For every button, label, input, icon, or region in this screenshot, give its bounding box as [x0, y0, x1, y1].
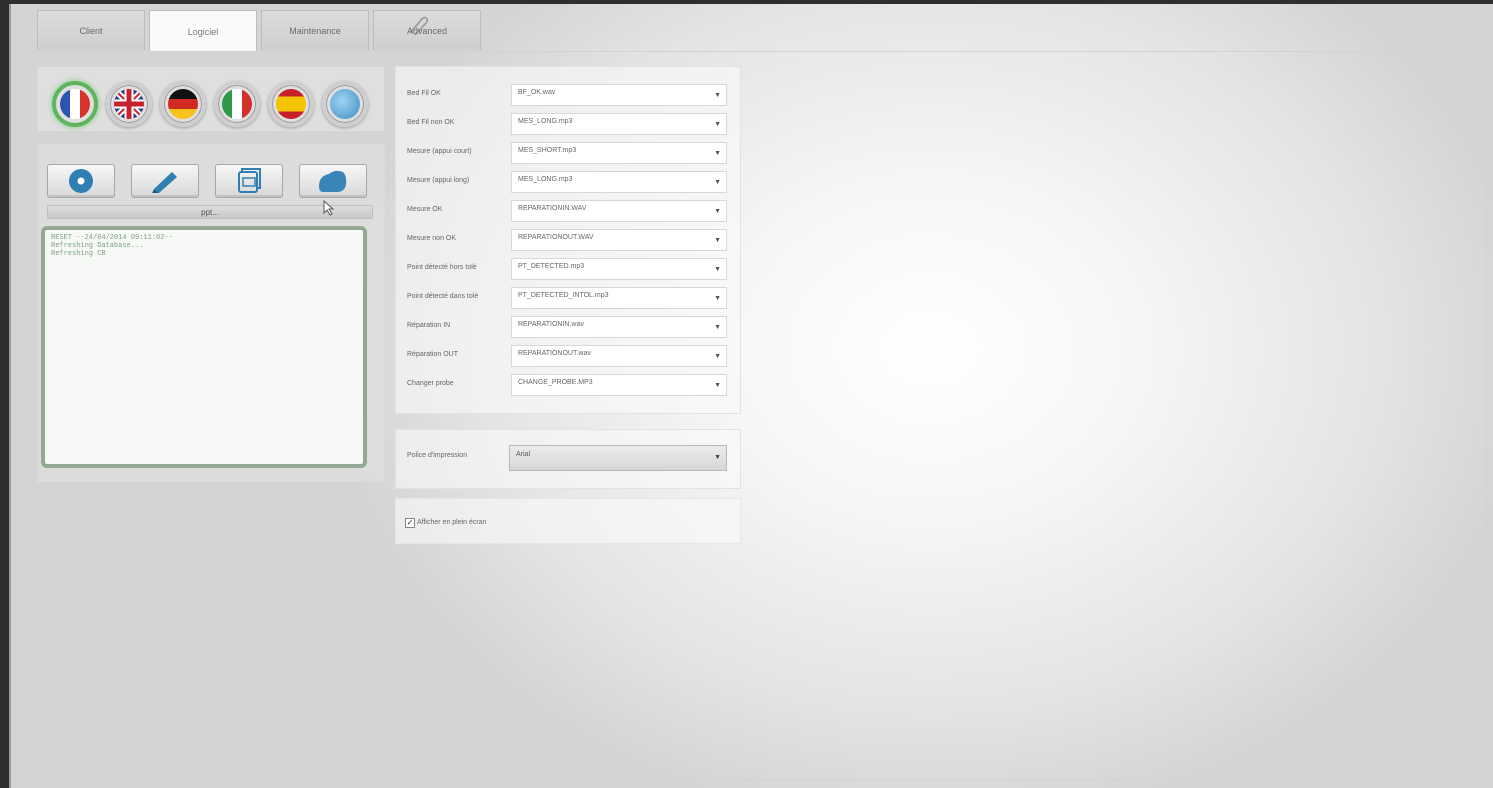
flag-fr-icon[interactable]: [52, 81, 98, 127]
fullscreen-checkbox[interactable]: ✓: [405, 518, 415, 528]
dropdown-arrow-icon: ▼: [714, 150, 721, 157]
dropdown-arrow-icon: ▼: [714, 179, 721, 186]
sound-select[interactable]: REPARATIONIN.wav ▼: [511, 316, 727, 338]
select-value: BF_OK.wav: [518, 89, 556, 96]
fullscreen-label: Afficher en plein écran: [417, 519, 487, 526]
dropdown-arrow-icon: ▼: [714, 237, 721, 244]
sound-select[interactable]: MES_LONG.mp3 ▼: [511, 171, 727, 193]
dropdown-arrow-icon: ▼: [714, 208, 721, 215]
sound-label: Bed Fil OK: [407, 90, 441, 97]
log-line: RESET --24/04/2014 09:11:02--: [51, 234, 173, 242]
flag-it-icon[interactable]: [214, 81, 260, 127]
dropdown-arrow-icon: ▼: [714, 121, 721, 128]
dropdown-arrow-icon: ▼: [714, 382, 721, 389]
tab-label: Maintenance: [289, 25, 341, 36]
dropdown-arrow-icon: ▼: [714, 454, 721, 461]
sound-select[interactable]: REPARATIONOUT.WAV ▼: [511, 229, 727, 251]
select-value: REPARATIONOUT.wav: [518, 350, 591, 357]
dropdown-arrow-icon: ▼: [714, 353, 721, 360]
edit-button[interactable]: [131, 164, 199, 198]
select-value: CHANGE_PROBE.MP3: [518, 379, 593, 386]
log-line: Refreshing Database...: [51, 242, 144, 250]
dropdown-arrow-icon: ▼: [714, 92, 721, 99]
select-value: MES_LONG.mp3: [518, 176, 573, 183]
sound-label: Mesure OK: [407, 206, 443, 213]
sound-label: Point détecté hors tolé: [407, 264, 477, 271]
select-value: REPARATIONOUT.WAV: [518, 234, 594, 241]
disc-button[interactable]: [47, 164, 115, 198]
select-value: MES_SHORT.mp3: [518, 147, 577, 154]
flag-es-icon[interactable]: [268, 81, 314, 127]
sound-label: Point détecté dans tolé: [407, 293, 479, 300]
disc-icon: [69, 169, 93, 193]
app-window: Client Logiciel Maintenance Advanced ppt…: [9, 4, 1493, 788]
log-console: RESET --24/04/2014 09:11:02-- Refreshing…: [41, 226, 367, 468]
cloud-button[interactable]: [299, 164, 367, 198]
flag-de-icon[interactable]: [160, 81, 206, 127]
tab-label: Advanced: [406, 25, 448, 36]
sound-select[interactable]: BF_OK.wav ▼: [511, 84, 727, 106]
print-font-select[interactable]: Arial ▼: [509, 445, 727, 471]
sound-select[interactable]: PT_DETECTED_INTOL.mp3 ▼: [511, 287, 727, 309]
dropdown-arrow-icon: ▼: [714, 266, 721, 273]
tab-bar: Client Logiciel Maintenance Advanced: [37, 10, 485, 52]
sound-select[interactable]: CHANGE_PROBE.MP3 ▼: [511, 374, 727, 396]
sound-label: Mesure (appui long): [407, 177, 470, 184]
tab-logiciel[interactable]: Logiciel: [149, 10, 257, 52]
log-line: Refreshing CB: [51, 250, 106, 258]
tab-client[interactable]: Client: [37, 10, 145, 50]
cloud-icon: [319, 170, 347, 192]
globe-icon[interactable]: [322, 81, 368, 127]
sound-label: Mesure (appui court): [407, 148, 472, 155]
mouse-cursor-icon: [323, 200, 335, 216]
tab-advanced[interactable]: Advanced: [373, 10, 481, 50]
select-value: MES_LONG.mp3: [518, 118, 573, 125]
select-value: Arial: [516, 451, 531, 458]
select-value: REPARATIONIN.WAV: [518, 205, 587, 212]
sound-label: Mesure non OK: [407, 235, 457, 242]
tab-label: Logiciel: [187, 26, 219, 37]
sound-label: Réparation OUT: [407, 351, 458, 358]
database-button[interactable]: [215, 164, 283, 198]
language-panel: [37, 66, 385, 132]
sound-select[interactable]: PT_DETECTED.mp3 ▼: [511, 258, 727, 280]
sound-select[interactable]: REPARATIONIN.WAV ▼: [511, 200, 727, 222]
select-value: REPARATIONIN.wav: [518, 321, 584, 328]
tab-maintenance[interactable]: Maintenance: [261, 10, 369, 50]
sound-select[interactable]: MES_LONG.mp3 ▼: [511, 113, 727, 135]
sound-label: Bed Fil non OK: [407, 119, 455, 126]
flag-uk-icon[interactable]: [106, 81, 152, 127]
select-value: PT_DETECTED_INTOL.mp3: [518, 292, 609, 299]
sound-label: Changer probe: [407, 380, 454, 387]
sound-label: Réparation IN: [407, 322, 451, 329]
print-font-label: Police d'impression: [407, 452, 468, 459]
dropdown-arrow-icon: ▼: [714, 324, 721, 331]
sound-select[interactable]: REPARATIONOUT.wav ▼: [511, 345, 727, 367]
database-icon: [238, 168, 261, 193]
select-value: PT_DETECTED.mp3: [518, 263, 585, 270]
pencil-icon: [152, 172, 177, 193]
tab-label: Client: [79, 25, 103, 36]
dropdown-arrow-icon: ▼: [714, 295, 721, 302]
sound-select[interactable]: MES_SHORT.mp3 ▼: [511, 142, 727, 164]
